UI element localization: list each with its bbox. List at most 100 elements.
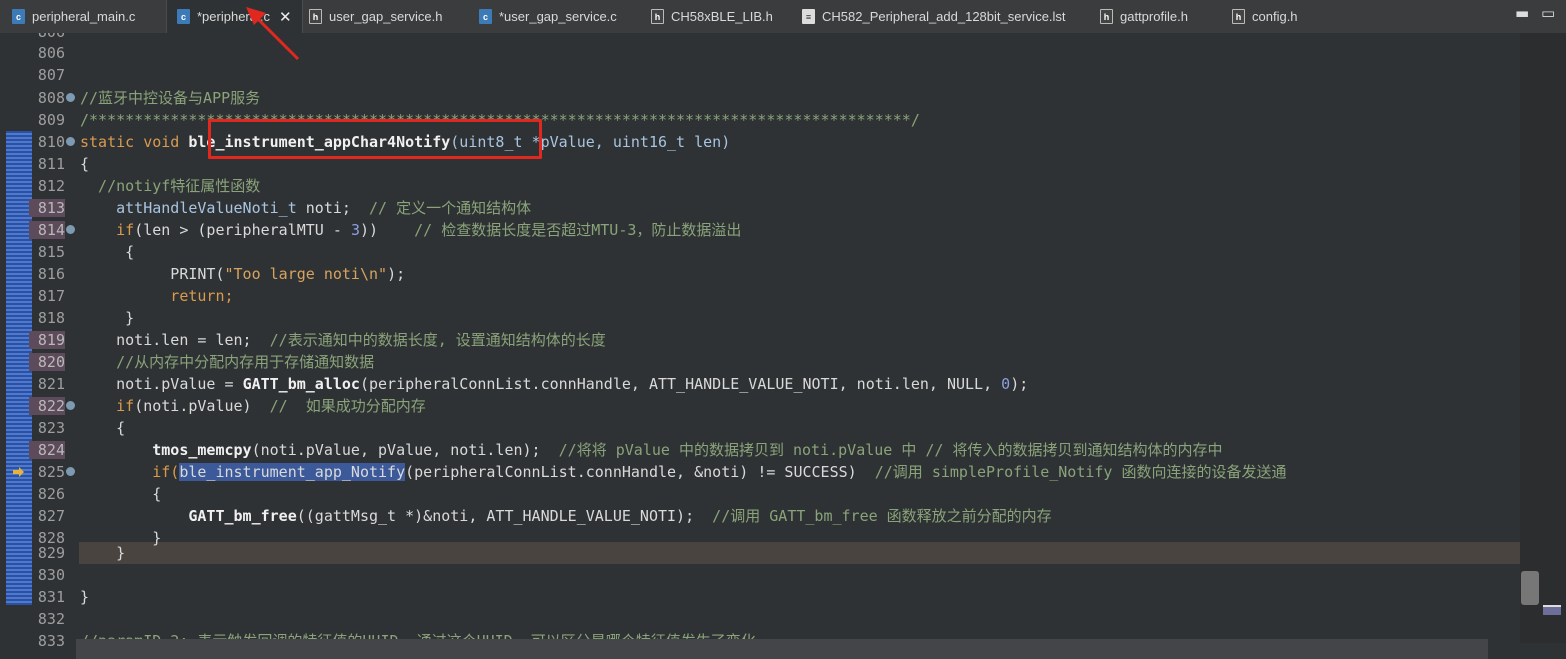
code-line: 830 — [0, 564, 1520, 586]
line-number: 813 — [29, 199, 65, 217]
code-call: PRINT( — [80, 265, 225, 283]
code-comment: //表示通知中的数据长度, 设置通知结构体的长度 — [269, 331, 606, 349]
code-comment: //调用 GATT_bm_free 函数释放之前分配的内存 — [712, 507, 1052, 525]
code-text: } — [80, 309, 135, 327]
selected-function-name[interactable]: ble_instrument_app_Notify — [179, 463, 406, 481]
code-text: } — [80, 544, 126, 562]
code-comment: //将将 pValue 中的数据拷贝到 noti.pValue 中 // 将传入… — [558, 441, 1223, 459]
editor-tab-bar: c peripheral_main.c c *peripheral.c ✕ h … — [0, 0, 1566, 34]
tab-label: *user_gap_service.c — [499, 9, 617, 24]
code-string: "Too large noti\n" — [224, 265, 388, 283]
code-line: 818 } — [0, 307, 1520, 329]
code-line: 807 — [0, 64, 1520, 86]
code-text: if(len > (peripheralMTU - 3)) // 检查数据长度是… — [80, 219, 741, 241]
tab-label: gattprofile.h — [1120, 9, 1188, 24]
code-expr: )) — [359, 221, 415, 239]
line-number: 814 — [29, 221, 65, 239]
code-text: { — [80, 155, 90, 173]
tab-user-gap-service-h[interactable]: h user_gap_service.h — [309, 0, 442, 33]
listing-file-icon: ≡ — [802, 9, 815, 24]
line-number: 821 — [37, 375, 65, 393]
line-number: 806 — [37, 44, 65, 62]
tab-label: peripheral_main.c — [32, 9, 136, 24]
h-file-icon: h — [651, 9, 664, 24]
line-number: 806 — [29, 33, 65, 41]
code-call: ); — [387, 265, 406, 283]
code-keyword: if — [80, 221, 135, 239]
code-line: 825 if(ble_instrument_app_Notify(periphe… — [0, 461, 1520, 483]
h-file-icon: h — [1232, 9, 1245, 24]
code-comment: // 定义一个通知结构体 — [369, 199, 532, 217]
c-file-icon: c — [177, 9, 190, 24]
code-keyword: static void — [80, 133, 189, 151]
tab-peripheral-main[interactable]: c peripheral_main.c — [12, 0, 135, 33]
function-name: tmos_memcpy — [152, 441, 252, 459]
code-ident: noti; — [296, 199, 369, 217]
line-number: 825 — [37, 463, 65, 481]
code-expr: ((gattMsg_t *)&noti, ATT_HANDLE_VALUE_NO… — [296, 507, 713, 525]
code-editor[interactable]: 806 806 807 808 //蓝牙中控设备与APP服务 809 /****… — [0, 33, 1566, 659]
code-line: 816 PRINT("Too large noti\n"); — [0, 263, 1520, 285]
tab-gattprofile-h[interactable]: h gattprofile.h — [1100, 0, 1188, 33]
fold-icon[interactable] — [66, 401, 75, 410]
annotation-arrow — [246, 7, 300, 61]
c-file-icon: c — [12, 9, 25, 24]
code-line: 812 //notiyf特征属性函数 — [0, 175, 1520, 197]
line-number: 829 — [37, 544, 65, 562]
code-line: 814 if(len > (peripheralMTU - 3)) // 检查数… — [0, 219, 1520, 241]
code-text: noti.len = len; //表示通知中的数据长度, 设置通知结构体的长度 — [80, 329, 606, 351]
minimize-button[interactable]: ▬ — [1515, 4, 1529, 22]
c-file-icon: c — [479, 9, 492, 24]
code-comment: // 检查数据长度是否超过MTU-3，防止数据溢出 — [414, 221, 742, 239]
code-line: 822 if(noti.pValue) // 如果成功分配内存 — [0, 395, 1520, 417]
line-number: 807 — [37, 66, 65, 84]
line-number: 817 — [37, 287, 65, 305]
overview-ruler-marker — [1543, 605, 1561, 615]
code-line: 821 noti.pValue = GATT_bm_alloc(peripher… — [0, 373, 1520, 395]
line-number: 819 — [29, 331, 65, 349]
code-line: 813 attHandleValueNoti_t noti; // 定义一个通知… — [0, 197, 1520, 219]
line-number: 808 — [37, 89, 65, 107]
tab-label: CH582_Peripheral_add_128bit_service.lst — [822, 9, 1066, 24]
code-expr: (noti.pValue, pValue, noti.len); — [251, 441, 559, 459]
code-expr: noti.pValue = — [80, 375, 243, 393]
code-line: 817 return; — [0, 285, 1520, 307]
fold-icon[interactable] — [66, 467, 75, 476]
code-line: 829 } — [0, 542, 1520, 564]
code-comment: //蓝牙中控设备与APP服务 — [80, 89, 261, 107]
code-text: { — [80, 485, 162, 503]
code-number: 3 — [350, 221, 360, 239]
code-keyword: if( — [80, 463, 180, 481]
code-line: 824 tmos_memcpy(noti.pValue, pValue, not… — [0, 439, 1520, 461]
debug-pointer-icon — [13, 467, 24, 477]
h-file-icon: h — [1100, 9, 1113, 24]
code-text: { — [80, 243, 135, 261]
tab-config-h[interactable]: h config.h — [1232, 0, 1298, 33]
code-text: tmos_memcpy(noti.pValue, pValue, noti.le… — [80, 439, 1222, 461]
code-expr: (noti.pValue) — [134, 397, 270, 415]
vertical-scrollbar[interactable] — [1520, 33, 1566, 643]
function-name: GATT_bm_free — [188, 507, 297, 525]
tab-ch58xble-lib-h[interactable]: h CH58xBLE_LIB.h — [651, 0, 773, 33]
line-number: 815 — [37, 243, 65, 261]
tab-ch582-lst[interactable]: ≡ CH582_Peripheral_add_128bit_service.ls… — [802, 0, 1066, 33]
line-number: 816 — [37, 265, 65, 283]
function-name: GATT_bm_alloc — [242, 375, 360, 393]
fold-icon[interactable] — [66, 137, 75, 146]
fold-icon[interactable] — [66, 225, 75, 234]
tab-label: user_gap_service.h — [329, 9, 443, 24]
fold-icon[interactable] — [66, 93, 75, 102]
line-number: 811 — [37, 155, 65, 173]
line-number: 827 — [37, 507, 65, 525]
vertical-scroll-thumb[interactable] — [1521, 571, 1539, 605]
code-text: GATT_bm_free((gattMsg_t *)&noti, ATT_HAN… — [80, 505, 1052, 527]
horizontal-scrollbar[interactable] — [76, 639, 1488, 659]
line-number: 824 — [29, 441, 65, 459]
code-line: 831 } — [0, 586, 1520, 608]
code-expr: ); — [1010, 375, 1029, 393]
tab-user-gap-service-c[interactable]: c *user_gap_service.c — [479, 0, 617, 33]
code-text: noti.pValue = GATT_bm_alloc(peripheralCo… — [80, 373, 1028, 395]
maximize-button[interactable]: ▭ — [1541, 4, 1555, 22]
